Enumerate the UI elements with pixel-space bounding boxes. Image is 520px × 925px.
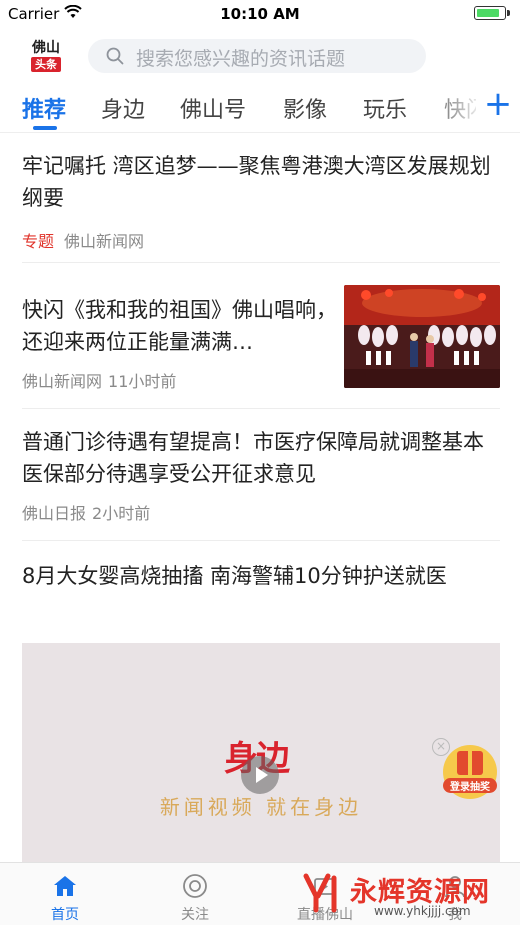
news-meta: 专题 佛山新闻网: [22, 228, 500, 252]
play-icon[interactable]: [241, 756, 279, 794]
lottery-button[interactable]: 登录抽奖: [443, 745, 497, 799]
watermark: 永辉资源网 www.yhkjjjj.com: [300, 866, 520, 922]
tab-foshan-account[interactable]: 佛山号: [180, 92, 246, 124]
news-source: 佛山新闻网: [22, 372, 103, 391]
search-icon: [106, 47, 124, 65]
tab-recommend[interactable]: 推荐: [22, 92, 66, 124]
lottery-label: 登录抽奖: [443, 778, 497, 793]
logo-text-top: 佛山: [32, 40, 60, 56]
home-icon: [52, 873, 78, 899]
watermark-logo-icon: [300, 870, 344, 914]
header: 佛山 头条 搜索您感兴趣的资讯话题: [0, 34, 520, 82]
app-logo[interactable]: 佛山 头条: [28, 40, 64, 74]
news-title: 快闪《我和我的祖国》佛山唱响，还迎来两位正能量满满…: [22, 298, 337, 354]
news-thumbnail[interactable]: [344, 285, 500, 388]
tab-images[interactable]: 影像: [283, 92, 327, 124]
video-player[interactable]: 身边 新闻视频 就在身边: [22, 643, 500, 863]
close-icon[interactable]: ×: [432, 738, 450, 756]
nav-home[interactable]: 首页: [0, 863, 130, 925]
nav-follow[interactable]: 关注: [130, 863, 260, 925]
news-time: 11小时前: [108, 372, 177, 391]
news-item[interactable]: 快闪《我和我的祖国》佛山唱响，还迎来两位正能量满满… 佛山新闻网 11小时前: [22, 282, 500, 409]
news-title: 普通门诊待遇有望提高！市医疗保障局就调整基本医保部分待遇享受公开征求意见: [22, 430, 484, 486]
news-title: 8月大女婴高烧抽搐 南海警辅10分钟护送就医: [22, 564, 447, 588]
search-placeholder: 搜索您感兴趣的资讯话题: [136, 48, 346, 70]
status-bar: Carrier 10:10 AM: [0, 0, 520, 28]
news-source: 佛山日报: [22, 504, 87, 523]
news-title: 牢记嘱托 湾区追梦——聚焦粤港澳大湾区发展规划纲要: [22, 154, 491, 210]
active-tab-indicator: [33, 126, 57, 130]
watermark-url: www.yhkjjjj.com: [374, 904, 471, 918]
tab-nearby[interactable]: 身边: [101, 92, 145, 124]
battery-icon: [474, 6, 510, 20]
channel-tabs: 推荐 身边 佛山号 影像 玩乐 快闪 +: [0, 84, 520, 133]
news-item[interactable]: 牢记嘱托 湾区追梦——聚焦粤港澳大湾区发展规划纲要 专题 佛山新闻网: [22, 150, 500, 263]
clock: 10:10 AM: [220, 5, 300, 23]
news-item[interactable]: 普通门诊待遇有望提高！市医疗保障局就调整基本医保部分待遇享受公开征求意见 佛山日…: [22, 426, 500, 541]
logo-text-bottom: 头条: [31, 57, 61, 72]
search-input[interactable]: 搜索您感兴趣的资讯话题: [88, 39, 426, 73]
tab-fun[interactable]: 玩乐: [363, 92, 407, 124]
follow-icon: [182, 873, 208, 899]
news-meta: 佛山日报 2小时前: [22, 500, 500, 524]
nav-home-label: 首页: [51, 907, 79, 923]
news-time: 2小时前: [92, 504, 151, 523]
nav-follow-label: 关注: [181, 907, 209, 923]
tabs-fade: [424, 84, 484, 132]
video-slogan: 新闻视频 就在身边: [159, 795, 363, 819]
topic-tag: 专题: [22, 232, 55, 251]
add-channel-button[interactable]: +: [476, 84, 520, 130]
news-source: 佛山新闻网: [64, 232, 145, 251]
news-item[interactable]: 8月大女婴高烧抽搐 南海警辅10分钟护送就医: [22, 560, 500, 592]
